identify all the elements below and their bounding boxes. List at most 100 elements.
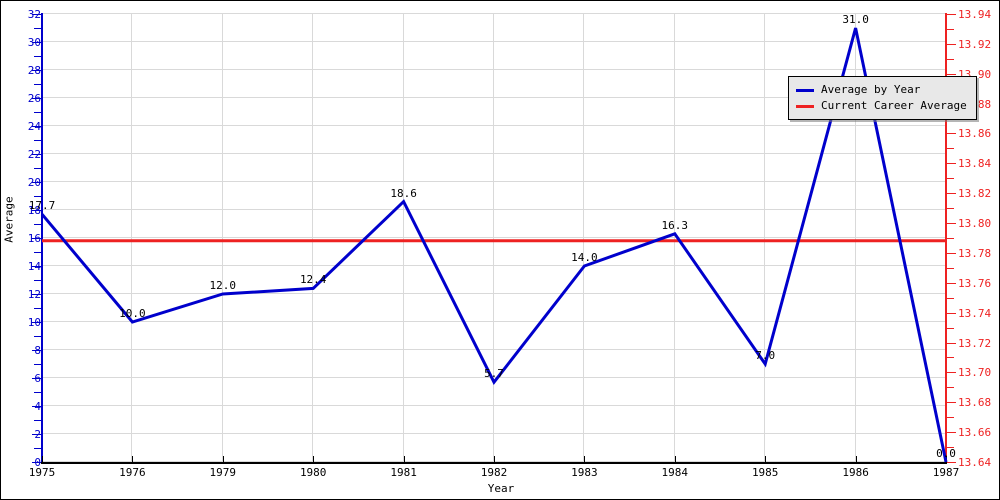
x-tick-label: 1984 — [661, 466, 689, 479]
y-tick-label-left: 24 — [27, 120, 41, 133]
y-tick-label-right: 13.86 — [958, 127, 992, 141]
legend-swatch-red-icon — [796, 104, 814, 108]
x-tick — [313, 456, 315, 464]
y-tick-right — [947, 372, 956, 374]
x-tick-label: 1987 — [932, 466, 960, 479]
y-tick-right — [947, 43, 956, 45]
x-tick — [494, 456, 495, 464]
legend-label-average-by-year: Average by Year — [821, 83, 921, 96]
y-tick-right-minor — [947, 28, 954, 30]
data-point-label: 12.4 — [299, 273, 327, 287]
y-tick-label-left: 6 — [34, 372, 41, 385]
y-tick-label-right: 13.72 — [958, 336, 992, 350]
x-tick-label: 1975 — [28, 466, 56, 479]
y-tick-label-right: 13.92 — [958, 37, 992, 51]
y-tick-label-right: 13.64 — [958, 456, 992, 469]
y-tick-label-right: 13.74 — [958, 306, 992, 320]
x-tick-label: 1986 — [842, 466, 869, 479]
y-tick-label-left: 2 — [34, 428, 41, 441]
y-tick-label-left: 12 — [27, 288, 41, 301]
data-point-label: 12.0 — [209, 279, 237, 292]
y-tick-label-right: 13.66 — [958, 426, 992, 440]
y-tick-left-minor — [34, 56, 41, 57]
grid-line-vertical — [312, 13, 314, 463]
y-tick-label-left: 14 — [27, 260, 41, 273]
y-tick-label-left: 22 — [27, 148, 41, 161]
x-tick — [584, 456, 586, 464]
x-tick — [222, 456, 224, 464]
line-chart: 0 2 4 6 8 10 12 14 16 18 20 22 24 26 28 30 32 13.64 13.66 1… — [0, 0, 1000, 500]
y-tick-left-minor — [34, 112, 41, 113]
y-tick-right — [947, 133, 956, 135]
y-tick-label-right: 13.94 — [958, 8, 992, 21]
y-tick-left-minor — [34, 224, 41, 225]
data-point-label: 16.3 — [661, 218, 689, 232]
y-tick-left-minor — [34, 140, 41, 141]
legend-swatch-blue-icon — [796, 88, 814, 92]
y-tick-right — [947, 73, 956, 75]
y-tick-right-minor — [947, 357, 954, 359]
y-tick-right-minor — [947, 327, 954, 329]
y-tick-left-minor — [34, 196, 41, 197]
x-tick-label: 1983 — [571, 466, 598, 479]
y-tick-right-minor — [947, 208, 954, 210]
y-tick-label-left: 10 — [27, 316, 41, 329]
data-point-label: 18.6 — [390, 186, 417, 200]
grid-line-vertical — [131, 13, 133, 463]
x-tick-label: 1982 — [480, 466, 508, 479]
data-point-label: 10.0 — [119, 307, 146, 320]
y-tick-label-left: 16 — [27, 232, 41, 245]
y-tick-label-left: 26 — [27, 92, 41, 105]
data-point-label: 31.0 — [842, 13, 869, 26]
y-tick-label-right: 13.76 — [958, 276, 992, 290]
x-axis-title: Year — [487, 482, 515, 495]
y-tick-left-minor — [34, 364, 41, 365]
y-tick-left-minor — [34, 420, 41, 421]
grid-line-vertical — [673, 13, 675, 463]
x-tick — [765, 456, 767, 464]
legend-item-current-career-average[interactable]: Current Career Average — [796, 98, 967, 114]
y-tick-right — [947, 223, 956, 225]
y-axis-title: Average — [2, 196, 16, 243]
y-tick-right — [947, 193, 956, 195]
legend-item-average-by-year[interactable]: Average by Year — [796, 82, 967, 98]
x-tick — [42, 456, 43, 464]
y-tick-right-minor — [947, 387, 954, 389]
y-tick-right-minor — [947, 267, 954, 269]
y-tick-left-minor — [34, 336, 41, 337]
y-tick-left-minor — [34, 448, 41, 449]
legend-label-current-career-average: Current Career Average — [821, 99, 967, 112]
y-tick-left-minor — [34, 392, 41, 393]
y-tick-label-right: 13.78 — [958, 246, 992, 260]
y-tick-label-left: 32 — [27, 8, 41, 21]
grid-line-vertical — [402, 13, 404, 463]
grid-line-vertical — [221, 13, 223, 463]
y-tick-label-right: 13.80 — [958, 217, 992, 231]
y-tick-label-left: 28 — [27, 64, 41, 77]
y-tick-right — [947, 432, 956, 434]
x-tick-label: 1976 — [119, 466, 146, 479]
x-tick-label: 1981 — [390, 466, 417, 479]
y-tick-left-minor — [34, 168, 41, 169]
grid-line-vertical — [583, 13, 585, 463]
y-tick-right — [947, 312, 956, 314]
y-tick-right-minor — [947, 297, 954, 299]
x-tick — [855, 456, 857, 464]
data-point-label: 5.7 — [484, 367, 504, 381]
y-tick-right-minor — [947, 238, 954, 239]
x-tick — [132, 456, 134, 464]
grid-line-vertical — [764, 13, 766, 463]
y-tick-left-minor — [34, 280, 41, 281]
x-tick — [403, 456, 405, 464]
y-tick-label-left: 4 — [34, 400, 41, 413]
y-tick-left-minor — [34, 84, 41, 85]
x-tick-label: 1980 — [299, 466, 327, 479]
y-tick-right — [947, 14, 956, 15]
y-tick-label-right: 13.82 — [958, 187, 992, 201]
data-point-label: 14.0 — [571, 251, 598, 264]
y-tick-right — [947, 252, 956, 254]
chart-legend[interactable]: Average by Year Current Career Average — [788, 76, 977, 120]
y-tick-right-minor — [947, 58, 954, 60]
x-tick-label: 1985 — [751, 466, 779, 479]
grid-line-vertical — [493, 13, 494, 463]
